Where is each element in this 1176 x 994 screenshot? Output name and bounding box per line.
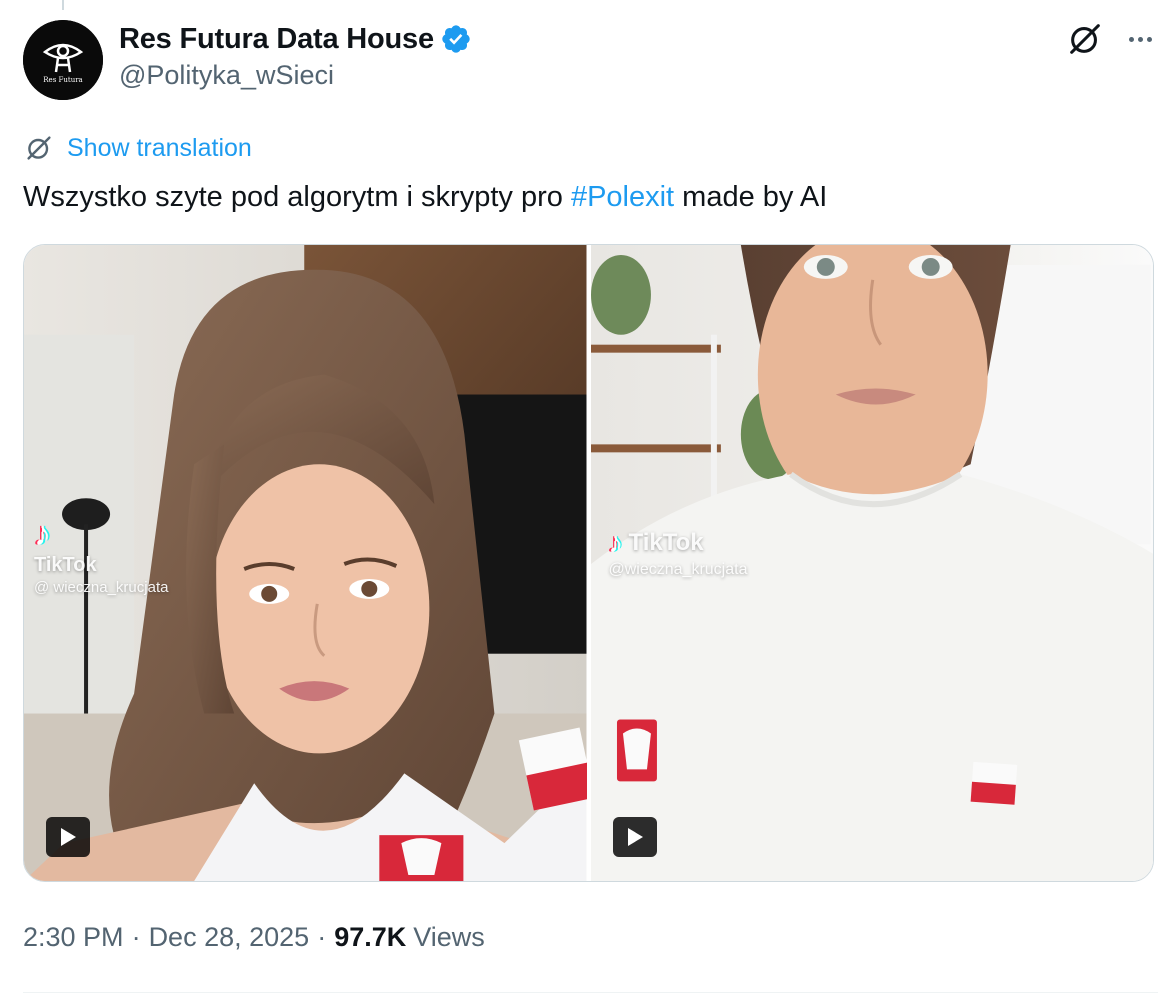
play-button[interactable] (46, 817, 90, 857)
post-text-after: made by AI (674, 181, 828, 213)
svg-text:Res Futura: Res Futura (43, 76, 82, 84)
video-1-watermark-user: @ wieczna_krucjata (34, 579, 169, 596)
video-2-watermark: ♪ TikTok @wieczna_krucjata (609, 527, 748, 579)
thread-connector (62, 0, 64, 10)
hashtag-link[interactable]: #Polexit (571, 181, 674, 213)
post-meta: 2:30 PM · Dec 28, 2025 · 97.7K Views (23, 922, 485, 953)
play-icon (61, 828, 76, 846)
post-text: Wszystko szyte pod algorytm i skrypty pr… (23, 178, 827, 216)
video-1-watermark-brand: TikTok (34, 554, 97, 576)
author-block: Res Futura Data House @Polityka_wSieci (119, 20, 472, 91)
meta-separator: · (131, 922, 141, 952)
avatar-logo: Res Futura (23, 20, 103, 100)
translate-row[interactable]: Show translation (23, 132, 252, 164)
post-text-before: Wszystko szyte pod algorytm i skrypty pr… (23, 181, 571, 213)
video-1[interactable]: ♪ TikTok @ wieczna_krucjata (24, 245, 587, 881)
views-label: Views (413, 922, 485, 952)
views-count[interactable]: 97.7K (334, 922, 406, 953)
avatar[interactable]: Res Futura (23, 20, 103, 100)
name-row: Res Futura Data House (119, 20, 472, 58)
divider (23, 992, 1158, 993)
video-2[interactable]: ♪ TikTok @wieczna_krucjata (590, 245, 1153, 881)
tiktok-logo-icon: ♪ (34, 515, 51, 553)
tiktok-logo-icon: ♪ (608, 527, 623, 558)
grok-icon[interactable] (1066, 20, 1104, 58)
play-button[interactable] (612, 817, 657, 857)
meta-separator: · (317, 922, 327, 952)
video-1-watermark: ♪ TikTok @ wieczna_krucjata (34, 515, 168, 596)
video-2-watermark-brand: TikTok (628, 529, 704, 556)
author-handle[interactable]: @Polityka_wSieci (119, 60, 472, 91)
grok-icon (27, 136, 51, 160)
verified-badge-icon[interactable] (440, 23, 472, 55)
show-translation-link[interactable]: Show translation (67, 134, 252, 163)
post-time[interactable]: 2:30 PM (23, 922, 124, 953)
post-date[interactable]: Dec 28, 2025 (149, 922, 310, 953)
header-actions (1066, 20, 1158, 58)
play-icon (627, 828, 643, 846)
post-header: Res Futura Res Futura Data House @Polity… (23, 16, 1158, 100)
more-horizontal-icon[interactable] (1122, 21, 1158, 57)
video-2-watermark-user: @wieczna_krucjata (608, 561, 748, 578)
media-grid: ♪ TikTok @ wieczna_krucjata ♪ TikTok @wi… (23, 244, 1154, 882)
author-display-name[interactable]: Res Futura Data House (119, 23, 434, 56)
